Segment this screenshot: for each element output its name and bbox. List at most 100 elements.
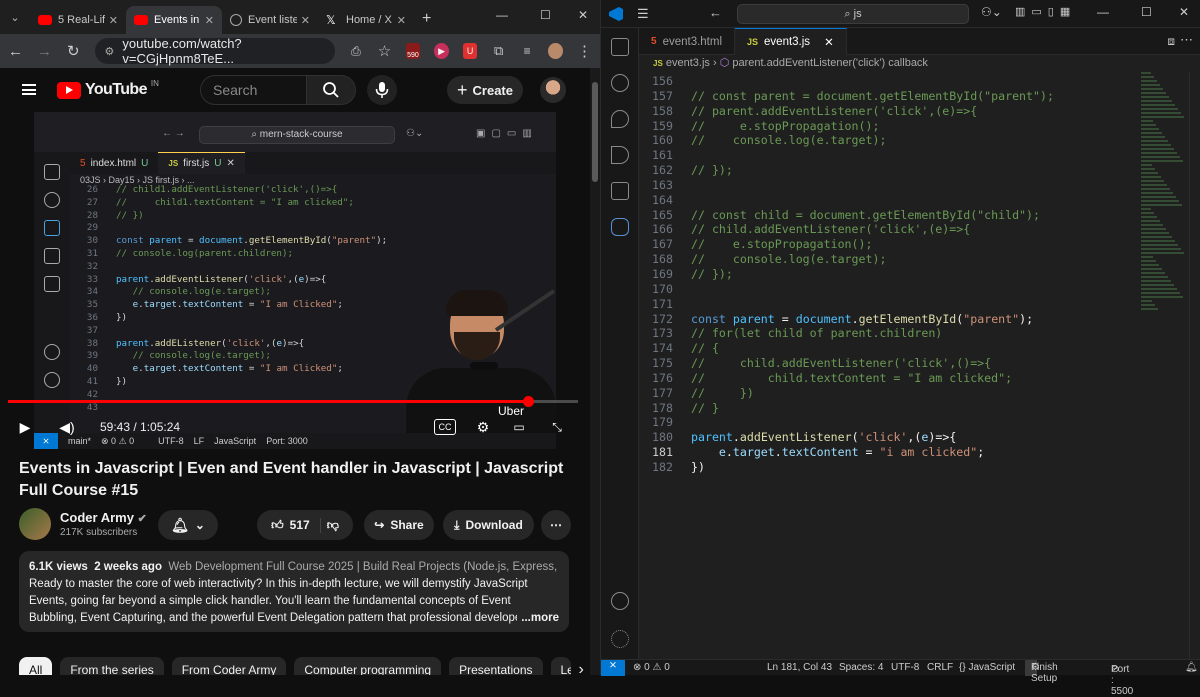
channel-avatar[interactable] [19, 508, 51, 540]
code-line[interactable]: 181 e.target.textContent = "i am clicked… [639, 445, 1159, 460]
minimize-icon[interactable]: — [1097, 5, 1109, 19]
code-line[interactable]: 168 // console.log(e.target); [639, 252, 1159, 267]
command-center-search[interactable]: ⌕ js [737, 4, 969, 24]
page-scrollbar[interactable] [590, 68, 600, 675]
close-tab-icon[interactable]: ✕ [397, 14, 406, 27]
close-tab-icon[interactable]: ✕ [109, 14, 118, 27]
like-button[interactable]: 👍︎ 517 [271, 517, 321, 533]
video-progress-bar[interactable] [8, 396, 578, 407]
back-icon[interactable]: ← [8, 43, 23, 60]
extensions-icon[interactable] [611, 182, 629, 200]
maximize-icon[interactable]: ☐ [540, 8, 551, 22]
new-tab-icon[interactable]: + [414, 10, 439, 34]
scrollbar-thumb[interactable] [592, 82, 598, 182]
shield-icon[interactable]: U [462, 43, 478, 59]
editor-scrollbar[interactable] [1189, 72, 1200, 659]
theater-mode-icon[interactable]: ▭ [508, 417, 530, 437]
chip-all[interactable]: All [19, 657, 53, 675]
extension-icon[interactable]: 590 [405, 43, 421, 59]
explorer-icon[interactable] [611, 38, 629, 56]
browser-tab[interactable]: 5 Real-Life ✕ [30, 6, 126, 34]
code-line[interactable]: 167 // e.stopPropagation(); [639, 237, 1159, 252]
browser-tab[interactable]: Event lister ✕ [222, 6, 318, 34]
dislike-button[interactable]: 👎︎ [327, 518, 339, 533]
source-control-icon[interactable] [611, 110, 629, 128]
remote-indicator-icon[interactable]: ⨯ [601, 660, 625, 676]
code-line[interactable]: 165 // const child = document.getElementB… [639, 208, 1159, 223]
account-avatar[interactable] [540, 77, 566, 103]
breadcrumb-file[interactable]: event3.js [666, 57, 710, 69]
code-line[interactable]: 164 [639, 193, 1159, 208]
media-controls-icon[interactable]: ≡ [520, 44, 535, 58]
code-line[interactable]: 177 // }) [639, 386, 1159, 401]
bookmark-star-icon[interactable]: ☆ [377, 42, 392, 60]
code-line[interactable]: 161 [639, 148, 1159, 163]
chip[interactable]: Le [550, 657, 571, 675]
gear-icon[interactable] [611, 630, 629, 648]
menu-kebab-icon[interactable]: ⋮ [577, 42, 592, 60]
description-tags[interactable]: Web Development Full Course 2025 | Build… [168, 561, 559, 573]
menu-hamburger-icon[interactable]: ☰ [637, 6, 649, 22]
code-line[interactable]: 162 // }); [639, 163, 1159, 178]
code-line[interactable]: 172 const parent = document.getElementByI… [639, 312, 1159, 327]
editor-tab-active[interactable]: JS event3.js ✕ [735, 28, 847, 55]
finish-setup-button[interactable]: ⚙ Finish Setup [1025, 660, 1058, 684]
notifications-bell-icon[interactable]: 🔔︎ [1185, 662, 1198, 673]
url-field[interactable]: ⚙ youtube.com/watch?v=CGjHpnm8TeE... [94, 36, 335, 66]
browser-tab[interactable]: 𝕏 Home / X ✕ [318, 6, 414, 34]
copilot-icon[interactable]: ⚇⌄ [981, 5, 1002, 19]
forward-icon[interactable]: → [37, 43, 52, 60]
code-line[interactable]: 173 // for(let child of parent.children) [639, 326, 1159, 341]
close-tab-icon[interactable]: ✕ [301, 14, 310, 27]
share-button[interactable]: ↪ Share [364, 510, 434, 540]
browser-tab-active[interactable]: Events in J ✕ [126, 6, 222, 34]
code-line[interactable]: 179 [639, 415, 1159, 430]
chip[interactable]: Computer programming [294, 657, 442, 675]
code-line[interactable]: 163 [639, 178, 1159, 193]
layout-toggle-icons[interactable]: ▥▭▯▦ [1015, 5, 1076, 18]
create-button[interactable]: + Create [447, 76, 523, 104]
close-window-icon[interactable]: ✕ [1179, 5, 1189, 19]
chip[interactable]: From Coder Army [171, 657, 287, 675]
chip[interactable]: Presentations [449, 657, 543, 675]
breadcrumb-symbol[interactable]: parent.addEventListener('click') callbac… [732, 57, 928, 69]
editor-tab[interactable]: 5 event3.html [639, 28, 736, 55]
code-line[interactable]: 176 // child.textContent = "I am clicked"… [639, 371, 1159, 386]
code-line[interactable]: 158 // parent.addEventListener('click',(e… [639, 104, 1159, 119]
volume-icon[interactable]: ◀) [56, 417, 78, 437]
youtube-logo[interactable]: YouTube IN [57, 79, 159, 99]
code-line[interactable]: 169 // }); [639, 267, 1159, 282]
code-line[interactable]: 175 // child.addEventListener('click',()=… [639, 356, 1159, 371]
more-actions-button[interactable]: ⋯ [541, 510, 571, 540]
language-mode[interactable]: {} JavaScript [959, 662, 1015, 673]
indentation[interactable]: Spaces: 4 [839, 662, 883, 673]
code-line[interactable]: 174 // { [639, 341, 1159, 356]
more-actions-icon[interactable]: ⋯ [1180, 32, 1193, 48]
code-line[interactable]: 170 [639, 282, 1159, 297]
video-player[interactable]: ← → ⌕ mern-stack-course ⚇⌄ ▣▢▭▥ 5 index.h… [34, 112, 556, 449]
notification-bell-button[interactable]: 🔔︎ ⌄ [158, 510, 218, 540]
chevron-right-icon[interactable]: › [579, 657, 584, 675]
code-line[interactable]: 178 // } [639, 401, 1159, 416]
captions-icon[interactable]: CC [434, 419, 456, 435]
site-info-icon[interactable]: ⚙ [105, 45, 115, 58]
code-line[interactable]: 157 // const parent = document.getElement… [639, 89, 1159, 104]
split-editor-icon[interactable]: ⧈ [1167, 34, 1175, 49]
cursor-position[interactable]: Ln 181, Col 43 [767, 662, 832, 673]
minimize-icon[interactable]: — [496, 8, 508, 22]
extension-icon[interactable]: ▶ [434, 43, 449, 59]
extensions-puzzle-icon[interactable]: ⧉ [491, 43, 506, 59]
code-line[interactable]: 180 parent.addEventListener('click',(e)=>… [639, 430, 1159, 445]
search-input[interactable]: Search [200, 75, 306, 105]
code-line[interactable]: 159 // e.stopPropagation(); [639, 119, 1159, 134]
show-more-link[interactable]: ...more [517, 610, 559, 627]
code-line[interactable]: 171 [639, 297, 1159, 312]
code-line[interactable]: 160 // console.log(e.target); [639, 133, 1159, 148]
close-tab-icon[interactable]: ✕ [824, 35, 834, 49]
search-button[interactable] [306, 75, 356, 105]
close-tab-icon[interactable]: ✕ [205, 14, 214, 27]
chip[interactable]: From the series [60, 657, 164, 675]
run-debug-icon[interactable] [611, 146, 629, 164]
fullscreen-icon[interactable]: ⤡ [546, 417, 568, 437]
account-icon[interactable] [611, 592, 629, 610]
